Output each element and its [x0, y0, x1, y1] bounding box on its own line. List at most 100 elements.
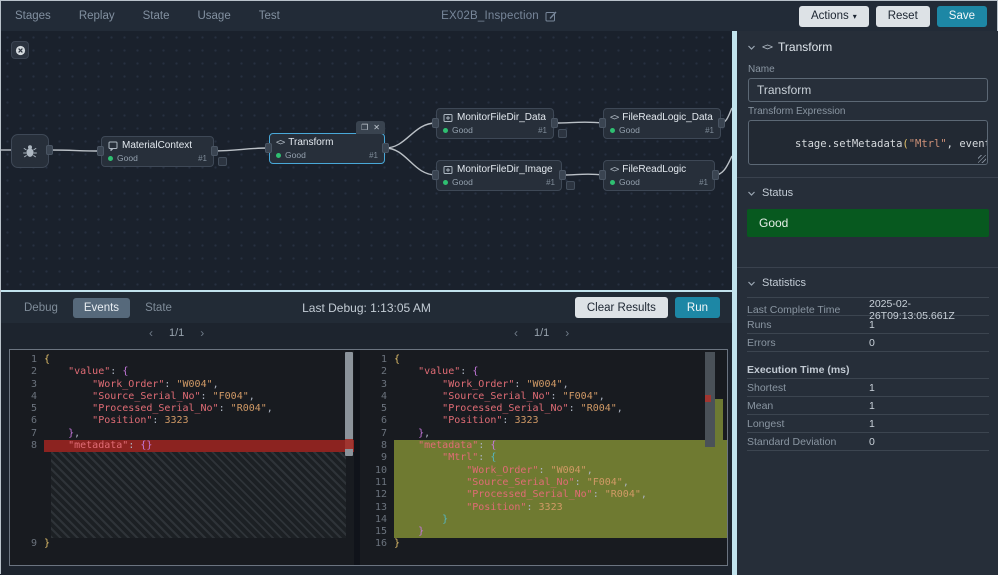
- menu-state[interactable]: State: [143, 10, 170, 22]
- code-line: 15 }: [360, 526, 727, 538]
- save-button[interactable]: Save: [937, 6, 987, 27]
- node-status: Good: [117, 153, 138, 163]
- input-port[interactable]: [432, 170, 439, 180]
- section-transform-header[interactable]: <> Transform: [737, 31, 998, 60]
- reset-button[interactable]: Reset: [876, 6, 930, 27]
- menu-stages[interactable]: Stages: [15, 10, 51, 22]
- output-port[interactable]: [551, 118, 558, 128]
- status-dot: [108, 156, 113, 161]
- code-line: 2 "value": {: [360, 366, 727, 378]
- tab-state[interactable]: State: [134, 298, 183, 318]
- section-statistics-header[interactable]: Statistics: [737, 268, 998, 295]
- input-port[interactable]: [599, 118, 606, 128]
- status-dot: [276, 153, 281, 158]
- code-line: 7 },: [360, 428, 727, 440]
- node-title: Transform: [288, 137, 333, 148]
- stat-row: Errors 0: [747, 334, 989, 352]
- pipeline-canvas[interactable]: MaterialContext Good #1 ❐ ✕ <> Transform: [1, 31, 732, 290]
- left-pager: ‹ 1/1 ›: [149, 326, 204, 340]
- menu-replay[interactable]: Replay: [79, 10, 115, 22]
- run-button[interactable]: Run: [675, 297, 720, 318]
- annotation-icon: [108, 141, 118, 151]
- stat-row: Runs 1: [747, 316, 989, 334]
- output-port[interactable]: [559, 170, 566, 180]
- output-port[interactable]: [382, 143, 389, 153]
- secondary-port[interactable]: [218, 157, 227, 166]
- code-icon: <>: [610, 165, 618, 175]
- node-status: Good: [619, 125, 640, 135]
- code-icon: <>: [610, 113, 618, 123]
- node-count: #1: [699, 178, 708, 187]
- node-toolbar: ❐ ✕: [356, 121, 385, 134]
- code-line: 13 "Position": 3323: [360, 502, 727, 514]
- code-line: 1{: [10, 354, 354, 366]
- collapsed-region-hatch: [51, 452, 346, 538]
- stat-row: Last Complete Time 2025-02-26T09:13:05.6…: [747, 298, 989, 316]
- code-line: 8 "metadata": {}: [10, 440, 354, 452]
- debug-header: Debug Events State Last Debug: 1:13:05 A…: [1, 292, 732, 323]
- statistics-table: Last Complete Time 2025-02-26T09:13:05.6…: [747, 297, 989, 451]
- node-filereadlogic-data[interactable]: <> FileReadLogic_Data Good #1: [603, 108, 721, 139]
- node-monitorfiledir-image[interactable]: MonitorFileDir_Image Good #1: [436, 160, 562, 191]
- node-count: #1: [538, 126, 547, 135]
- resize-grip[interactable]: [978, 155, 986, 163]
- section-status-header[interactable]: Status: [737, 178, 998, 205]
- diff-after-pane[interactable]: 1{2 "value": {3 "Work_Order": "W004",4 "…: [360, 350, 727, 565]
- code-icon: <>: [762, 42, 772, 53]
- prev-page-icon[interactable]: ‹: [514, 326, 518, 340]
- menu-test[interactable]: Test: [259, 10, 280, 22]
- code-line: 4 "Source_Serial_No": "F004",: [10, 391, 354, 403]
- node-monitorfiledir-data[interactable]: MonitorFileDir_Data Good #1: [436, 108, 554, 139]
- tab-events[interactable]: Events: [73, 298, 130, 318]
- output-port[interactable]: [712, 170, 719, 180]
- code-line: 5 "Processed_Serial_No": "R004",: [360, 403, 727, 415]
- node-trigger[interactable]: [11, 134, 49, 168]
- main-menus: Stages Replay State Usage Test: [1, 10, 280, 22]
- close-icon[interactable]: ✕: [373, 121, 380, 134]
- input-port[interactable]: [97, 146, 104, 156]
- next-page-icon[interactable]: ›: [565, 326, 569, 340]
- next-page-icon[interactable]: ›: [200, 326, 204, 340]
- diff-before-pane[interactable]: 1{2 "value": {3 "Work_Order": "W004",4 "…: [10, 350, 354, 565]
- secondary-port[interactable]: [558, 129, 567, 138]
- code-line: 9}: [10, 538, 354, 550]
- name-input[interactable]: [748, 78, 988, 102]
- code-line: 8 "metadata": {: [360, 440, 727, 452]
- node-materialcontext[interactable]: MaterialContext Good #1: [101, 136, 214, 167]
- input-port[interactable]: [432, 118, 439, 128]
- node-status: Good: [452, 125, 473, 135]
- added-marker: [715, 399, 723, 445]
- tab-debug[interactable]: Debug: [13, 298, 69, 318]
- output-port[interactable]: [46, 145, 53, 155]
- prev-page-icon[interactable]: ‹: [149, 326, 153, 340]
- menu-usage[interactable]: Usage: [197, 10, 230, 22]
- input-port[interactable]: [265, 143, 272, 153]
- node-filereadlogic[interactable]: <> FileReadLogic Good #1: [603, 160, 715, 191]
- duplicate-icon[interactable]: ❐: [361, 121, 368, 134]
- code-line: 3 "Work_Order": "W004",: [360, 379, 727, 391]
- edit-title-icon[interactable]: [545, 10, 557, 22]
- removed-marker: [345, 439, 353, 449]
- node-status: Good: [285, 150, 306, 160]
- code-icon: <>: [276, 138, 284, 148]
- horizontal-divider[interactable]: [1, 290, 732, 292]
- clear-results-button[interactable]: Clear Results: [575, 297, 668, 318]
- actions-button[interactable]: Actions▾: [799, 6, 869, 27]
- output-port[interactable]: [211, 146, 218, 156]
- chevron-down-icon: [747, 43, 756, 52]
- secondary-port[interactable]: [566, 181, 575, 190]
- code-line: 2 "value": {: [10, 366, 354, 378]
- status-dot: [610, 128, 615, 133]
- caret-down-icon: ▾: [853, 12, 857, 21]
- canvas-disable-button[interactable]: [11, 41, 29, 59]
- debug-tabs: Debug Events State: [13, 298, 183, 318]
- window-icon: [443, 165, 453, 175]
- output-port[interactable]: [718, 118, 725, 128]
- code-line: 1{: [360, 354, 727, 366]
- code-line: 4 "Source_Serial_No": "F004",: [360, 391, 727, 403]
- node-count: #1: [546, 178, 555, 187]
- node-transform[interactable]: ❐ ✕ <> Transform Good #1: [269, 133, 385, 164]
- vertical-divider[interactable]: [732, 31, 737, 575]
- input-port[interactable]: [599, 170, 606, 180]
- expression-editor[interactable]: stage.setMetadata("Mtrl", event.value);: [748, 120, 988, 165]
